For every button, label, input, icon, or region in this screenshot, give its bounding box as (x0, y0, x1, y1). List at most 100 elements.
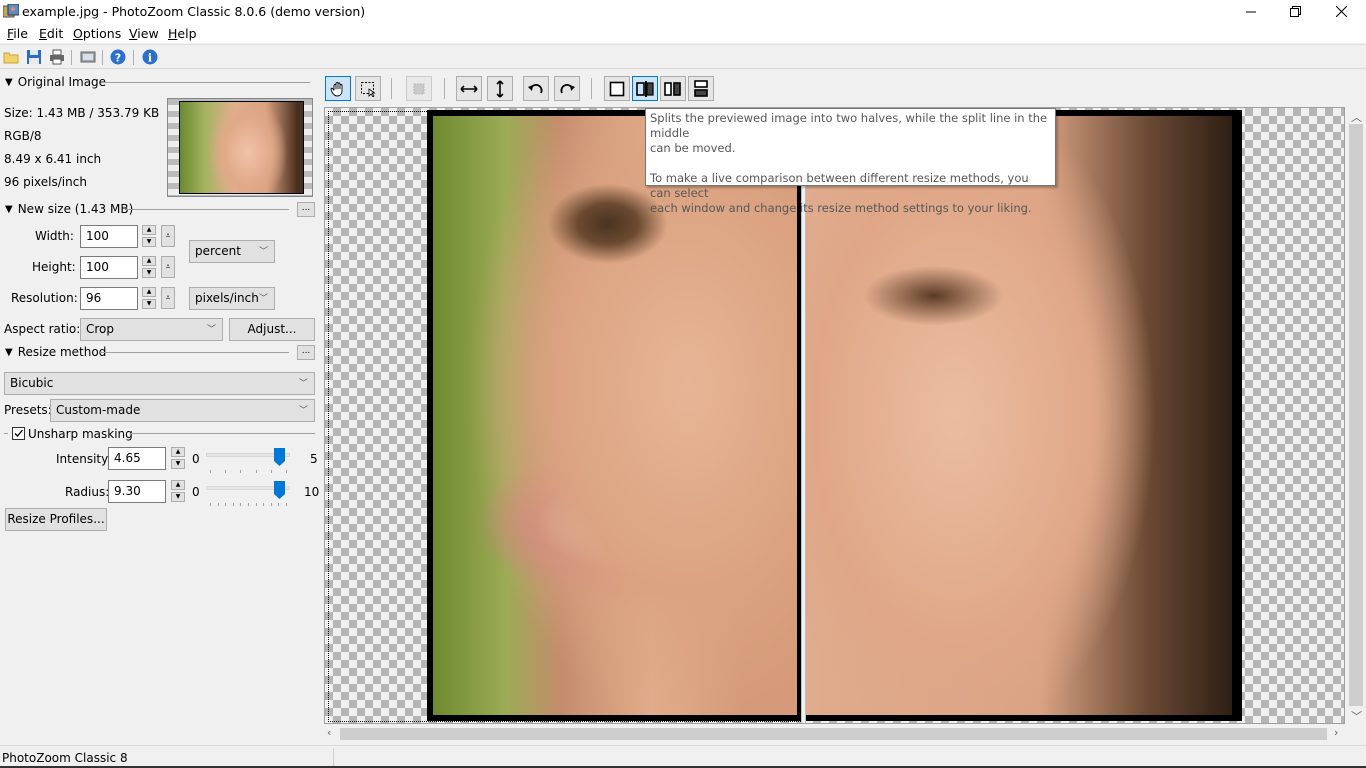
menu-options[interactable]: Options (73, 26, 121, 41)
toolbar-separator (71, 50, 72, 65)
spin-up-icon[interactable]: ▲ (142, 287, 156, 297)
side-by-side-view-button[interactable] (660, 76, 686, 101)
scrollbar-thumb[interactable] (340, 728, 1327, 740)
presets-label: Presets: (4, 403, 52, 417)
resolution-unit-select[interactable]: pixels/inch ﹀ (189, 287, 275, 310)
radius-slider[interactable] (206, 481, 292, 506)
tooltip-line: can be moved. (650, 141, 736, 155)
chevron-down-icon: ﹀ (258, 247, 268, 257)
original-dimensions: 8.49 x 6.41 inch (4, 152, 102, 166)
print-icon[interactable] (49, 49, 65, 65)
scroll-left-icon[interactable]: ‹ (327, 726, 331, 739)
menu-help[interactable]: Help (168, 26, 197, 41)
spin-down-icon[interactable]: ▼ (142, 237, 156, 247)
resolution-input[interactable]: 96 (80, 287, 138, 310)
radius-input[interactable]: 9.30 (108, 480, 166, 503)
aspect-ratio-label: Aspect ratio: (4, 322, 81, 336)
single-view-icon (609, 81, 625, 96)
resize-method-header[interactable]: ▼ Resize method (5, 345, 106, 359)
spin-down-icon[interactable]: ▼ (142, 299, 156, 309)
resolution-preset-dropdown[interactable]: ⩡ (161, 287, 175, 309)
open-folder-icon[interactable] (3, 49, 19, 65)
scrollbar-thumb[interactable] (1349, 124, 1363, 706)
intensity-min: 0 (192, 452, 200, 466)
height-input[interactable]: 100 (80, 256, 138, 279)
height-spinner[interactable]: ▲ ▼ (142, 256, 156, 278)
scroll-right-icon[interactable]: › (1334, 726, 1338, 739)
chevron-down-icon: ﹀ (258, 294, 268, 304)
unsharp-masking-label[interactable]: Unsharp masking (28, 427, 133, 441)
rotate-right-icon (560, 83, 575, 93)
original-image-header[interactable]: ▼ Original Image (5, 75, 106, 89)
fit-width-button[interactable] (456, 76, 482, 101)
intensity-slider[interactable] (206, 448, 292, 473)
spin-down-icon[interactable]: ▼ (171, 459, 185, 469)
scroll-up-icon[interactable]: ︿ (1351, 109, 1362, 125)
close-button[interactable] (1318, 0, 1364, 23)
height-preset-dropdown[interactable]: ⩡ (161, 256, 175, 278)
spin-down-icon[interactable]: ▼ (171, 492, 185, 502)
crop-tool-button[interactable] (406, 76, 432, 101)
presets-select[interactable]: Custom-made ﹀ (50, 399, 315, 422)
unsharp-masking-checkbox[interactable] (12, 427, 25, 440)
size-unit-select[interactable]: percent ﹀ (189, 240, 275, 263)
rotate-left-button[interactable] (523, 76, 549, 101)
spin-up-icon[interactable]: ▲ (142, 225, 156, 235)
slider-tick (255, 503, 257, 506)
save-icon[interactable] (26, 49, 42, 65)
menu-view[interactable]: View (129, 26, 159, 41)
split-view-button[interactable] (632, 76, 658, 101)
adjust-button[interactable]: Adjust... (229, 318, 315, 341)
hand-tool-button[interactable] (325, 76, 351, 101)
aspect-ratio-select[interactable]: Crop ﹀ (80, 318, 223, 341)
section-divider (4, 433, 8, 434)
help-icon[interactable]: ? (110, 49, 126, 65)
resolution-label: Resolution: (11, 291, 78, 305)
spin-up-icon[interactable]: ▲ (171, 447, 185, 457)
toolbar-separator (444, 78, 445, 99)
screen-icon[interactable] (80, 49, 96, 65)
radius-spinner[interactable]: ▲ ▼ (171, 480, 185, 502)
original-image-thumbnail[interactable] (167, 98, 313, 197)
toolbar-separator (391, 78, 392, 99)
resize-method-select[interactable]: Bicubic ﹀ (4, 372, 315, 395)
fit-height-button[interactable] (487, 76, 513, 101)
resize-method-more-button[interactable]: ... (297, 345, 315, 360)
scroll-down-icon[interactable]: ﹀ (1351, 708, 1362, 724)
width-preset-dropdown[interactable]: ⩡ (161, 225, 175, 247)
slider-tick (240, 503, 242, 506)
menu-edit[interactable]: Edit (39, 26, 63, 41)
vertical-scrollbar[interactable]: ︿ ﹀ (1346, 107, 1366, 724)
title-bar: example.jpg - PhotoZoom Classic 8.0.6 (d… (0, 0, 1366, 23)
intensity-input[interactable]: 4.65 (108, 447, 166, 470)
menu-file[interactable]: File (7, 26, 28, 41)
width-spinner[interactable]: ▲ ▼ (142, 225, 156, 247)
selection-tool-button[interactable] (355, 76, 381, 101)
info-icon[interactable]: i (142, 49, 158, 65)
spin-down-icon[interactable]: ▼ (142, 268, 156, 278)
slider-tick (225, 503, 227, 506)
width-input[interactable]: 100 (80, 225, 138, 248)
tooltip-line: Splits the previewed image into two halv… (650, 111, 1048, 140)
horizontal-scrollbar[interactable]: ‹ › (324, 725, 1345, 743)
slider-thumb[interactable] (273, 481, 285, 499)
top-bottom-view-button[interactable] (688, 76, 714, 101)
resize-profiles-button[interactable]: Resize Profiles... (5, 508, 107, 531)
rotate-right-button[interactable] (554, 76, 580, 101)
new-size-more-button[interactable]: ... (297, 202, 315, 217)
slider-tick (240, 470, 242, 473)
spin-up-icon[interactable]: ▲ (142, 256, 156, 266)
new-size-header[interactable]: ▼ New size (1.43 MB) (5, 202, 133, 216)
chevron-down-icon: ﹀ (298, 379, 308, 389)
chevron-down-icon: ﹀ (206, 325, 216, 335)
intensity-spinner[interactable]: ▲ ▼ (171, 447, 185, 469)
restore-button[interactable] (1272, 0, 1318, 23)
slider-tick (263, 503, 265, 506)
status-bar: PhotoZoom Classic 8 (0, 745, 1366, 768)
single-view-button[interactable] (604, 76, 630, 101)
tooltip-line: each window and change its resize method… (650, 201, 1032, 215)
minimize-button[interactable] (1228, 0, 1274, 23)
resolution-spinner[interactable]: ▲ ▼ (142, 287, 156, 309)
slider-thumb[interactable] (273, 448, 285, 466)
spin-up-icon[interactable]: ▲ (171, 480, 185, 490)
